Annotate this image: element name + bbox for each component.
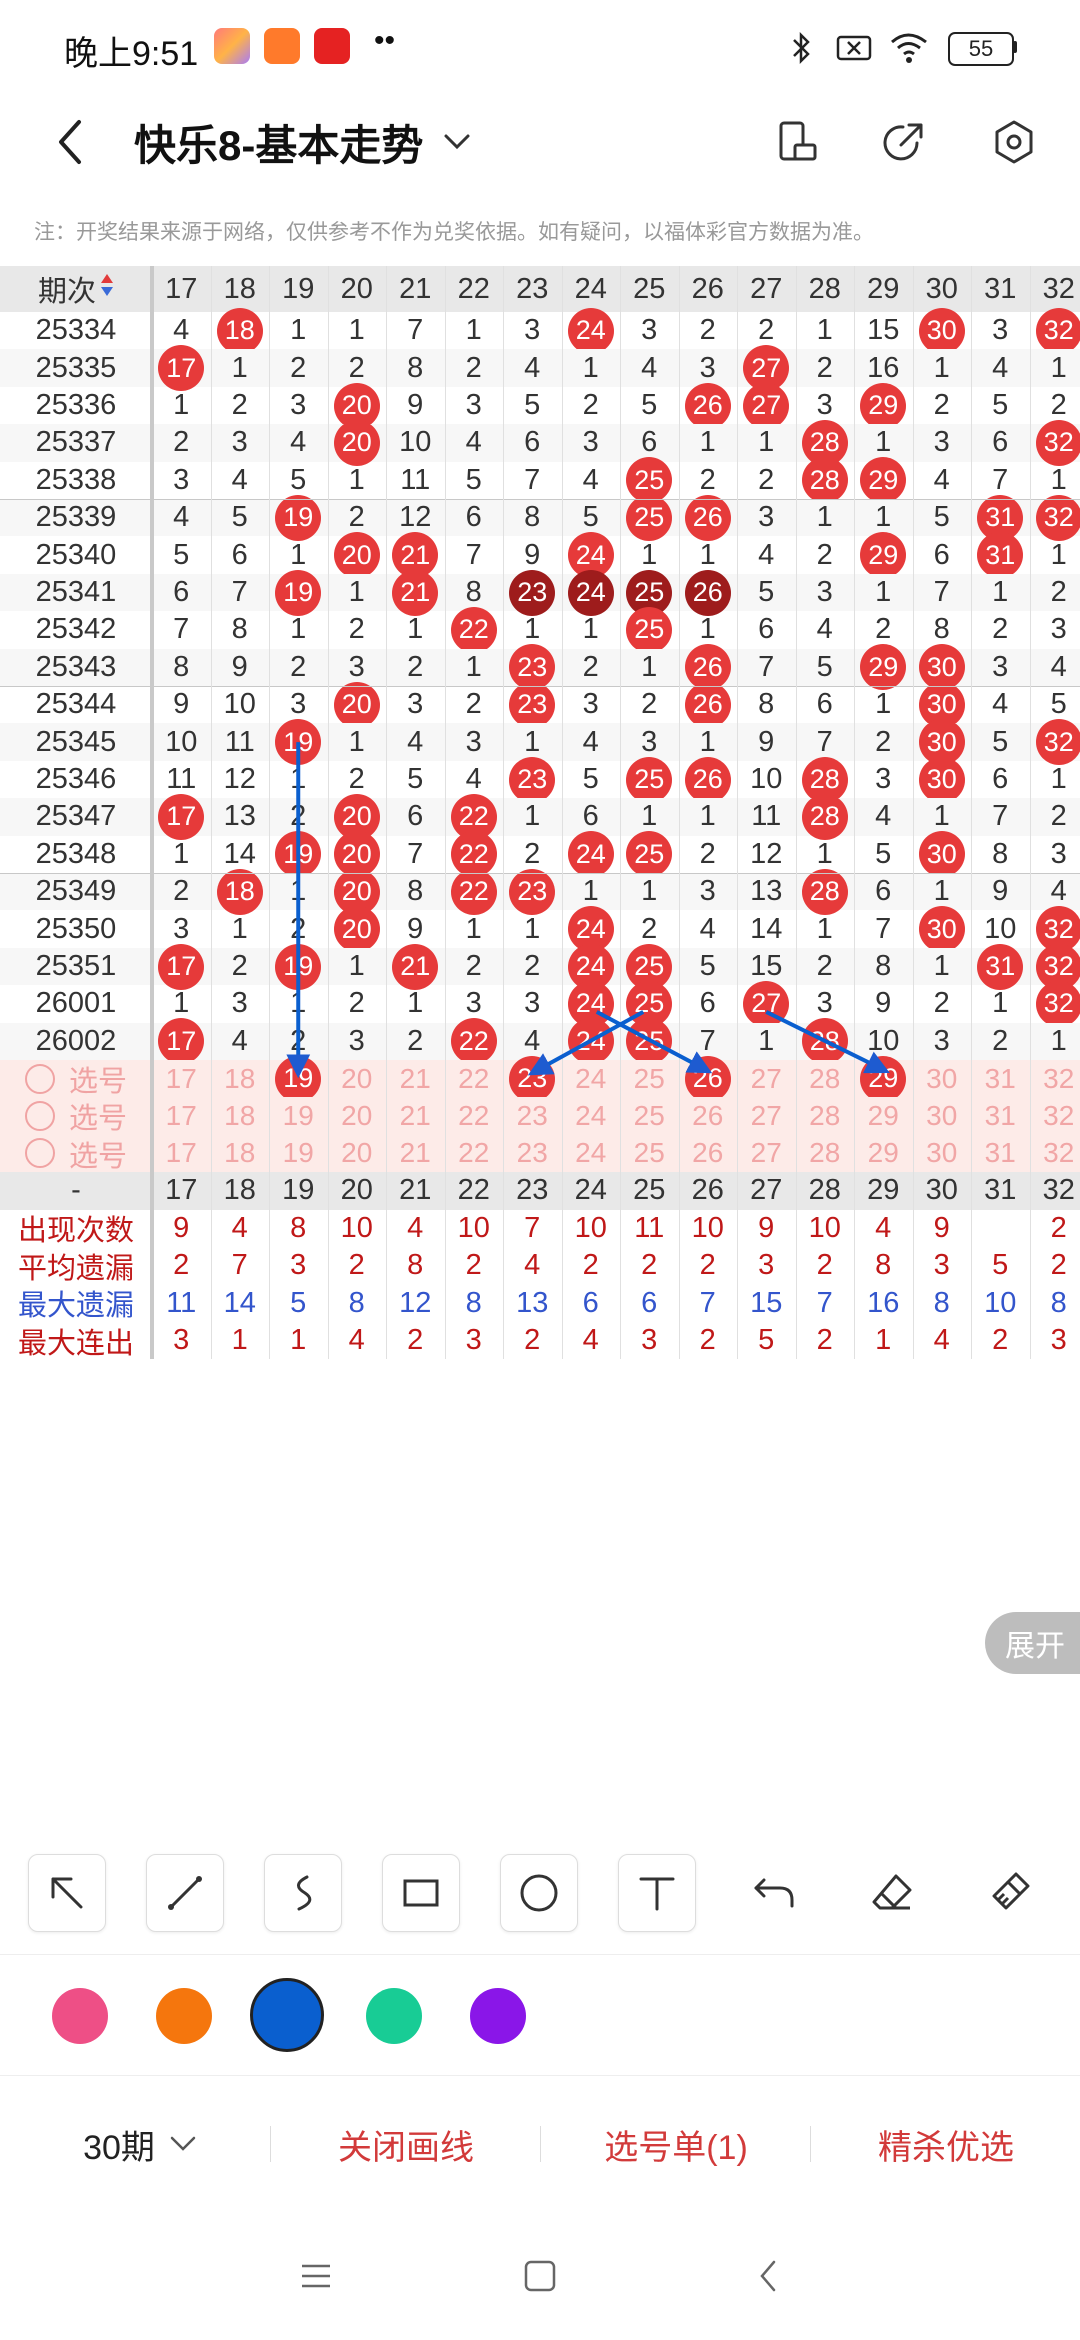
battery-level: 55 — [968, 36, 994, 61]
bluetooth-icon — [793, 31, 810, 65]
home-button[interactable] — [510, 2246, 570, 2306]
chevron-down-icon — [170, 2136, 196, 2151]
bottom-action-bar: 30期 关闭画线 选号单(1) 精杀优选 — [0, 2076, 1080, 2212]
clear-tool[interactable] — [972, 1854, 1048, 1930]
divider — [810, 2126, 811, 2162]
disclaimer-notice: 注：开奖结果来源于网络，仅供参考不作为兑奖依据。如有疑问，以福体彩官方数据为准。 — [34, 221, 874, 244]
period-count-select[interactable]: 30期 — [40, 2076, 240, 2212]
news-notification-icon — [314, 28, 350, 64]
drawing-overlay — [286, 742, 890, 1079]
share-icon — [883, 123, 923, 161]
page-title: 快乐8-基本走势 — [134, 121, 424, 169]
wifi-icon — [891, 33, 927, 63]
circle-tool[interactable] — [500, 1854, 578, 1932]
chevron-down-icon — [444, 134, 470, 150]
pick-list-button[interactable]: 选号单(1) — [542, 2076, 810, 2212]
color-swatch-pink[interactable] — [52, 1988, 108, 2044]
text-icon — [639, 1877, 675, 1911]
color-swatch-green[interactable] — [366, 1988, 422, 2044]
back-button[interactable] — [40, 112, 100, 172]
home-icon — [524, 2260, 556, 2292]
premium-picks-button[interactable]: 精杀优选 — [812, 2076, 1080, 2212]
rectangle-icon — [403, 1879, 439, 1907]
curve-tool[interactable] — [264, 1854, 342, 1932]
color-swatch-purple[interactable] — [470, 1988, 526, 2044]
period-count-label: 30期 — [83, 2128, 155, 2167]
drawing-toolbar — [0, 1832, 1080, 1952]
battery-icon: 55 — [948, 32, 1014, 66]
share-button[interactable] — [874, 112, 934, 172]
trend-table: 期次 17 18 19 20 21 22 23 24 25 26 27 28 29 30 31 32 25334 4… — [0, 266, 1080, 1832]
color-swatch-orange[interactable] — [156, 1988, 212, 2044]
expand-button[interactable]: 展开 — [985, 1612, 1080, 1674]
line-icon — [168, 1876, 202, 1910]
close-lines-button[interactable]: 关闭画线 — [272, 2076, 540, 2212]
line-tool[interactable] — [146, 1854, 224, 1932]
brush-clear-icon — [992, 1872, 1030, 1910]
color-palette — [0, 1954, 1080, 2076]
text-tool[interactable] — [618, 1854, 696, 1932]
menu-icon — [302, 2264, 330, 2288]
circle-icon — [520, 1874, 558, 1912]
app-notification-icon — [214, 28, 250, 64]
more-notifications-icon: •• — [374, 24, 396, 57]
shop-notification-icon — [264, 28, 300, 64]
undo-tool[interactable] — [736, 1854, 812, 1930]
color-swatch-blue[interactable] — [250, 1978, 324, 2052]
nav-back-button[interactable] — [738, 2246, 798, 2306]
lottery-selector[interactable]: 快乐8-基本走势 — [134, 114, 471, 170]
battery-tip — [1013, 41, 1017, 53]
eraser-tool[interactable] — [854, 1854, 930, 1930]
settings-hexagon-icon — [995, 120, 1033, 164]
eraser-icon — [872, 1874, 912, 1910]
no-sim-icon — [836, 35, 872, 61]
back-icon — [760, 2260, 776, 2292]
drawn-arrow[interactable] — [527, 1010, 645, 1076]
divider — [270, 2126, 271, 2162]
divider — [540, 2126, 541, 2162]
rectangle-tool[interactable] — [382, 1854, 460, 1932]
drawn-arrow[interactable] — [595, 1010, 713, 1074]
screen-orientation-button[interactable] — [768, 112, 828, 172]
recents-button[interactable] — [286, 2246, 346, 2306]
system-nav-bar — [0, 2212, 1080, 2340]
arrow-icon — [51, 1877, 83, 1909]
settings-button[interactable] — [984, 112, 1044, 172]
arrow-tool[interactable] — [28, 1854, 106, 1932]
app-header: 快乐8-基本走势 — [0, 92, 1080, 192]
back-arrow-icon — [59, 120, 81, 164]
status-time: 晚上9:51 — [64, 35, 199, 73]
curve-icon — [297, 1875, 312, 1911]
orientation-icon — [779, 121, 817, 161]
drawn-arrow[interactable] — [765, 1010, 890, 1074]
status-bar: 晚上9:51 •• 55 — [0, 0, 1080, 92]
undo-icon — [754, 1878, 794, 1908]
